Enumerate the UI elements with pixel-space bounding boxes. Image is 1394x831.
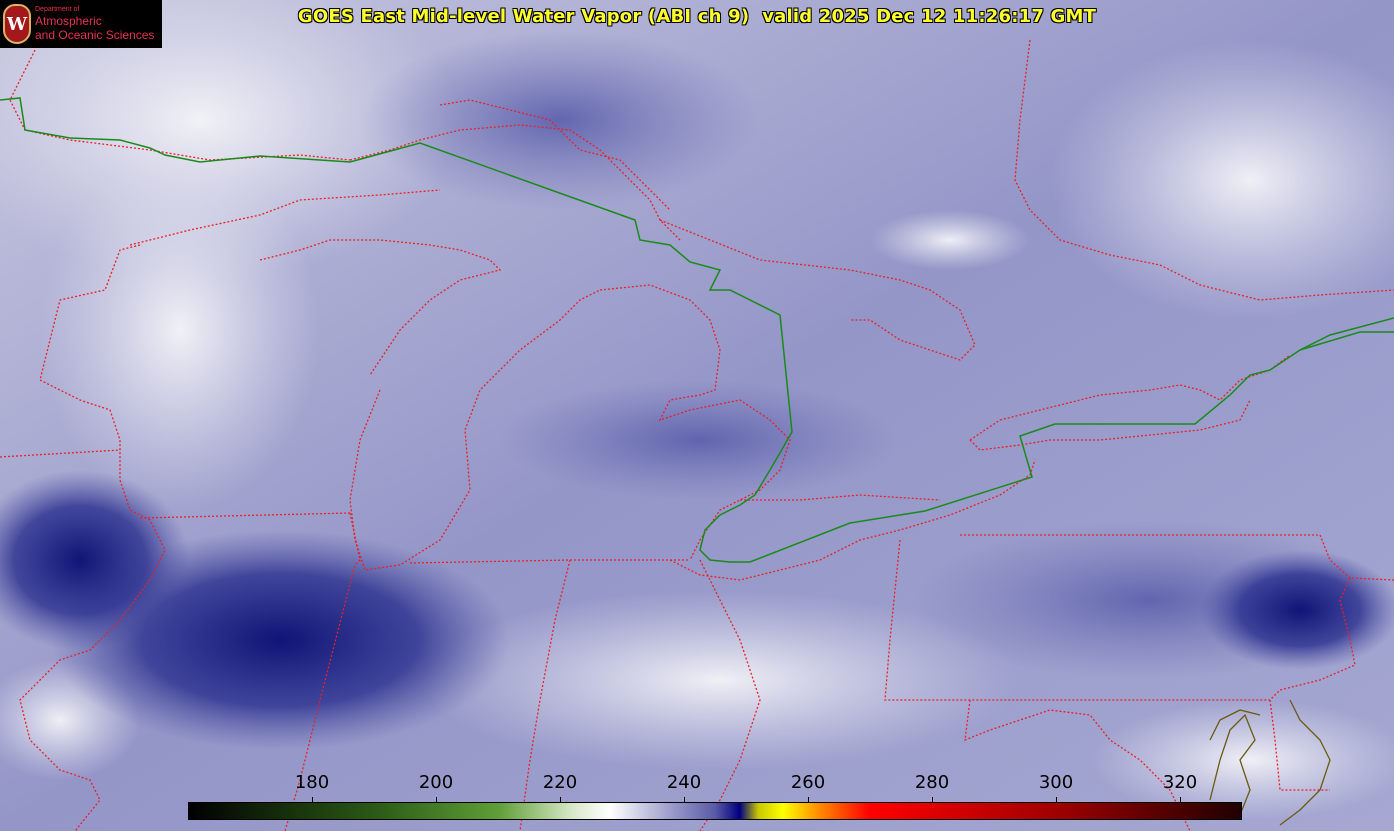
colorbar-tick-label: 280 — [914, 772, 950, 793]
colorbar-tick-label: 180 — [294, 772, 330, 793]
colorbar-tick-label: 220 — [542, 772, 578, 793]
colorbar-tick-label: 300 — [1038, 772, 1074, 793]
colorbar-tick-mark — [560, 797, 561, 802]
colorbar-tick-mark — [436, 797, 437, 802]
logo-line2: and Oceanic Sciences — [35, 28, 155, 42]
colorbar-tick-mark — [1180, 797, 1181, 802]
colorbar-tick-label: 260 — [790, 772, 826, 793]
colorbar-tick-label: 200 — [418, 772, 454, 793]
colorbar-tick-mark — [932, 797, 933, 802]
colorbar-tick-mark — [312, 797, 313, 802]
water-vapor-map — [0, 0, 1394, 831]
colorbar-tick-label: 320 — [1162, 772, 1198, 793]
colorbar-tick-mark — [684, 797, 685, 802]
colorbar-tick-mark — [1056, 797, 1057, 802]
colorbar — [188, 802, 1242, 820]
image-title: GOES East Mid-level Water Vapor (ABI ch … — [297, 6, 1097, 27]
colorbar-tick-label: 240 — [666, 772, 702, 793]
colorbar-tick-mark — [808, 797, 809, 802]
